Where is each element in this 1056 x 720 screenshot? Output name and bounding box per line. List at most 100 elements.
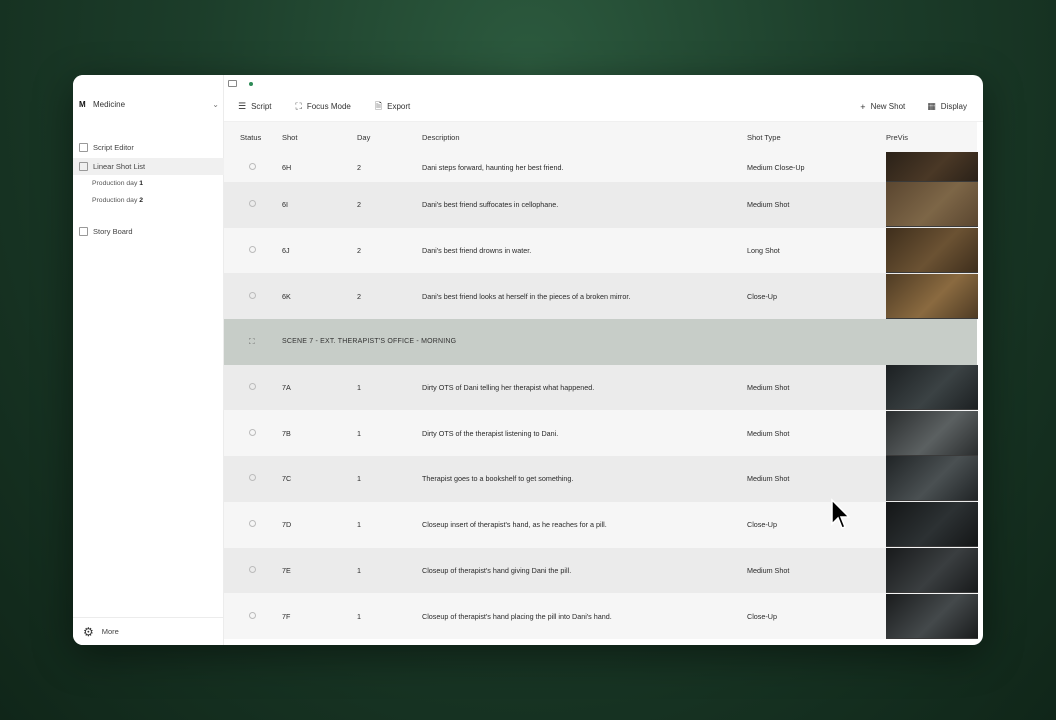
status-cell[interactable]: [224, 474, 282, 483]
previs-cell: [886, 593, 978, 639]
table-row[interactable]: 7F 1 Closeup of therapist's hand placing t…: [224, 593, 978, 639]
scene-cell: ⛶: [224, 337, 282, 347]
sidebar: M Medicine ⌄ Script Editor Linear Shot L…: [73, 75, 224, 645]
previs-thumbnail[interactable]: [886, 273, 978, 319]
export-label: Export: [387, 102, 411, 111]
scene-header-row[interactable]: ⛶ SCENE 7 - EXT. THERAPIST'S OFFICE - MOR…: [224, 319, 977, 365]
status-cell[interactable]: [224, 246, 282, 255]
previs-cell: [886, 365, 978, 411]
app-window: M Medicine ⌄ Script Editor Linear Shot L…: [73, 75, 983, 645]
description-cell: Dani's best friend drowns in water.: [422, 246, 532, 256]
shot-cell: 6H: [282, 162, 292, 172]
shot-cell: 7F: [282, 611, 291, 621]
table-row[interactable]: 7C 1 Therapist goes to a bookshelf to get …: [224, 456, 978, 502]
previs-thumbnail[interactable]: [886, 152, 978, 182]
previs-thumbnail[interactable]: [886, 456, 978, 502]
gear-icon: ⚙: [83, 624, 94, 639]
shot-type-cell: Medium Shot: [747, 200, 790, 210]
previs-cell: [886, 182, 978, 228]
header-shot-type[interactable]: Shot Type: [747, 133, 886, 142]
subitem-prefix: Production day: [92, 197, 138, 204]
status-circle-icon[interactable]: [249, 291, 256, 299]
status-circle-icon[interactable]: [249, 162, 256, 170]
new-shot-label: New Shot: [870, 102, 906, 111]
table-row[interactable]: 7E 1 Closeup of therapist's hand giving Da…: [224, 547, 978, 594]
description-cell: Dani's best friend looks at herself in t…: [422, 291, 631, 301]
sidebar-item-story-board[interactable]: Story Board: [73, 223, 224, 240]
script-icon: [79, 143, 88, 152]
status-cell[interactable]: [224, 200, 282, 209]
status-circle-icon[interactable]: [249, 428, 256, 436]
table-row[interactable]: 7D 1 Closeup insert of therapist's hand, a…: [224, 501, 978, 548]
subitem-prefix: Production day: [92, 180, 138, 187]
sidebar-toggle-icon[interactable]: [228, 80, 237, 87]
table-row[interactable]: 6J 2 Dani's best friend drowns in water. Lo…: [224, 227, 978, 274]
table-row[interactable]: 6K 2 Dani's best friend looks at herself i…: [224, 273, 978, 320]
previs-thumbnail[interactable]: [886, 182, 978, 228]
shot-cell: 6K: [282, 291, 291, 301]
day-cell: 1: [357, 520, 361, 530]
focus-mode-label: Focus Mode: [306, 102, 351, 111]
shot-cell: 7E: [282, 565, 291, 575]
table-row[interactable]: 6H 2 Dani steps forward, haunting her best…: [224, 152, 978, 182]
header-description[interactable]: Description: [422, 133, 747, 142]
plus-icon: +: [860, 101, 866, 112]
status-cell[interactable]: [224, 162, 282, 172]
day-cell: 1: [357, 383, 361, 393]
status-circle-icon[interactable]: [249, 611, 256, 619]
description-cell: Therapist goes to a bookshelf to get som…: [422, 474, 574, 484]
status-cell[interactable]: [224, 611, 282, 621]
previs-thumbnail[interactable]: [886, 502, 978, 548]
day-cell: 2: [357, 162, 361, 172]
status-circle-icon[interactable]: [249, 474, 256, 482]
previs-thumbnail[interactable]: [886, 365, 978, 411]
previs-thumbnail[interactable]: [886, 593, 978, 639]
status-circle-icon[interactable]: [249, 565, 256, 573]
status-circle-icon[interactable]: [249, 520, 256, 528]
status-cell[interactable]: [224, 291, 282, 301]
display-button[interactable]: ▦ Display: [927, 101, 967, 112]
status-cell[interactable]: [224, 428, 282, 438]
header-shot[interactable]: Shot: [282, 133, 357, 142]
status-circle-icon[interactable]: [249, 246, 256, 254]
sidebar-subitem-production-day-1[interactable]: Production day 1: [92, 180, 143, 187]
table-row[interactable]: 7B 1 Dirty OTS of the therapist listening …: [224, 410, 978, 457]
scene-icon: ⛶: [249, 336, 255, 346]
status-circle-icon[interactable]: [249, 200, 256, 208]
previs-thumbnail[interactable]: [886, 547, 978, 593]
shot-type-cell: Close-Up: [747, 291, 777, 301]
shot-list-table: Status Shot Day Description Shot Type Pr…: [224, 122, 978, 639]
header-previs[interactable]: PreVis: [886, 133, 977, 142]
sidebar-item-script-editor[interactable]: Script Editor: [73, 139, 224, 156]
list-icon: [79, 162, 88, 171]
header-day[interactable]: Day: [357, 133, 422, 142]
script-button[interactable]: ☰ Script: [238, 101, 272, 112]
subitem-number: 1: [139, 180, 144, 187]
project-selector[interactable]: M Medicine ⌄: [79, 97, 219, 111]
shot-type-cell: Medium Shot: [747, 565, 790, 575]
export-button[interactable]: 🗎 Export: [375, 99, 410, 115]
status-cell[interactable]: [224, 520, 282, 529]
sidebar-item-linear-shot-list[interactable]: Linear Shot List: [73, 158, 224, 175]
shot-type-cell: Long Shot: [747, 246, 780, 256]
table-row[interactable]: 6I 2 Dani's best friend suffocates in cell…: [224, 182, 978, 228]
focus-mode-button[interactable]: ⛶ Focus Mode: [296, 101, 351, 112]
header-status[interactable]: Status: [224, 133, 282, 142]
status-cell[interactable]: [224, 383, 282, 392]
previs-cell: [886, 273, 978, 319]
status-circle-icon[interactable]: [249, 383, 256, 391]
table-header: Status Shot Day Description Shot Type Pr…: [224, 122, 977, 152]
table-row[interactable]: 7A 1 Dirty OTS of Dani telling her therapi…: [224, 364, 978, 411]
previs-thumbnail[interactable]: [886, 410, 978, 456]
previs-thumbnail[interactable]: [886, 228, 978, 274]
day-cell: 1: [357, 474, 361, 484]
status-cell[interactable]: [224, 565, 282, 575]
shot-cell: 7D: [282, 520, 292, 530]
description-cell: Dani steps forward, haunting her best fr…: [422, 162, 564, 172]
sidebar-subitem-production-day-2[interactable]: Production day 2: [92, 197, 143, 204]
new-shot-button[interactable]: + New Shot: [860, 102, 905, 112]
day-cell: 1: [357, 565, 361, 575]
menu-icon: ☰: [238, 101, 247, 111]
display-icon: ▦: [927, 101, 936, 111]
sidebar-footer-more[interactable]: ⚙ More: [73, 617, 224, 645]
